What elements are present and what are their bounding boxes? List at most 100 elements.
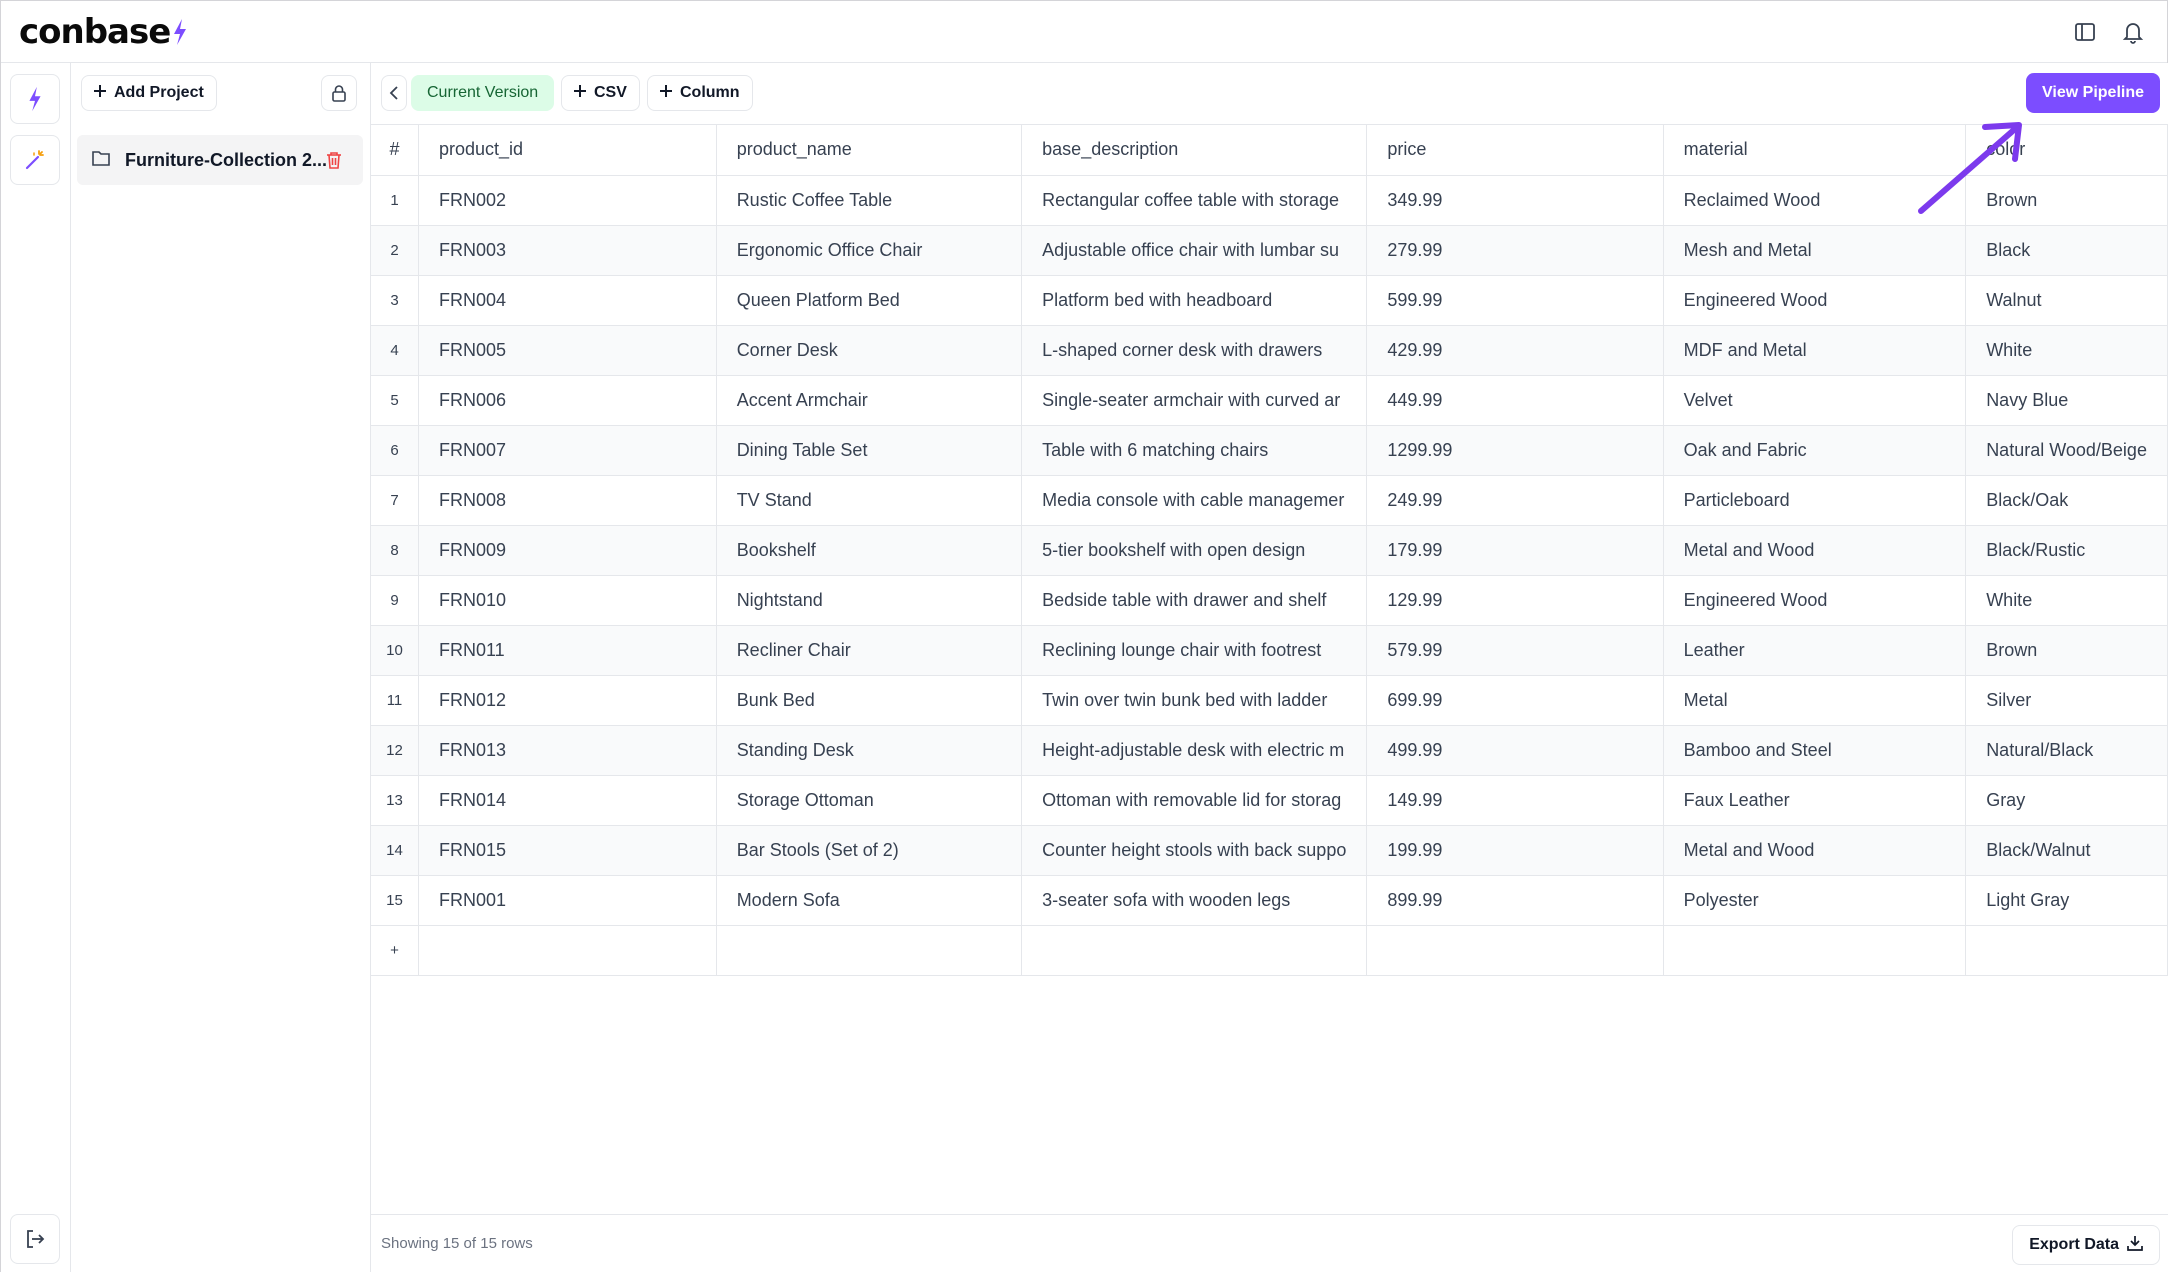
table-cell[interactable]: 3-seater sofa with wooden legs: [1021, 875, 1368, 926]
table-cell[interactable]: 699.99: [1366, 675, 1664, 726]
table-cell[interactable]: L-shaped corner desk with drawers: [1021, 325, 1368, 376]
table-cell[interactable]: Engineered Wood: [1663, 275, 1967, 326]
table-cell[interactable]: FRN001: [418, 875, 717, 926]
table-cell[interactable]: Black/Rustic: [1965, 525, 2168, 576]
table-cell[interactable]: Leather: [1663, 625, 1967, 676]
rail-magic-button[interactable]: [10, 135, 60, 185]
table-cell[interactable]: Metal and Wood: [1663, 525, 1967, 576]
add-column-button[interactable]: Column: [647, 75, 753, 111]
table-cell[interactable]: Accent Armchair: [716, 375, 1023, 426]
table-cell[interactable]: FRN012: [418, 675, 717, 726]
table-row[interactable]: 6 FRN007 Dining Table Set Table with 6 matc…: [371, 425, 2168, 476]
table-cell[interactable]: 449.99: [1366, 375, 1664, 426]
empty-cell[interactable]: [1366, 925, 1664, 976]
empty-cell[interactable]: [418, 925, 717, 976]
table-cell[interactable]: 499.99: [1366, 725, 1664, 776]
table-cell[interactable]: FRN005: [418, 325, 717, 376]
table-row[interactable]: 4 FRN005 Corner Desk L-shaped corner desk w…: [371, 325, 2168, 376]
rail-lightning-button[interactable]: [10, 74, 60, 124]
table-cell[interactable]: Black/Walnut: [1965, 825, 2168, 876]
table-cell[interactable]: Queen Platform Bed: [716, 275, 1023, 326]
table-cell[interactable]: Reclining lounge chair with footrest: [1021, 625, 1368, 676]
table-cell[interactable]: Engineered Wood: [1663, 575, 1967, 626]
add-row[interactable]: +: [371, 925, 2168, 976]
table-cell[interactable]: Metal: [1663, 675, 1967, 726]
bell-icon[interactable]: [2117, 16, 2149, 48]
table-cell[interactable]: Single-seater armchair with curved ar: [1021, 375, 1368, 426]
table-cell[interactable]: FRN015: [418, 825, 717, 876]
table-cell[interactable]: Gray: [1965, 775, 2168, 826]
table-cell[interactable]: Mesh and Metal: [1663, 225, 1967, 276]
table-cell[interactable]: Faux Leather: [1663, 775, 1967, 826]
table-cell[interactable]: Standing Desk: [716, 725, 1023, 776]
add-project-button[interactable]: Add Project: [81, 75, 217, 111]
table-row[interactable]: 13 FRN014 Storage Ottoman Ottoman with remo…: [371, 775, 2168, 826]
table-row[interactable]: 9 FRN010 Nightstand Bedside table with draw…: [371, 575, 2168, 626]
table-cell[interactable]: Ergonomic Office Chair: [716, 225, 1023, 276]
table-cell[interactable]: Twin over twin bunk bed with ladder: [1021, 675, 1368, 726]
table-cell[interactable]: Bunk Bed: [716, 675, 1023, 726]
table-cell[interactable]: Table with 6 matching chairs: [1021, 425, 1368, 476]
table-row[interactable]: 10 FRN011 Recliner Chair Reclining lounge c…: [371, 625, 2168, 676]
table-cell[interactable]: Black: [1965, 225, 2168, 276]
table-cell[interactable]: Navy Blue: [1965, 375, 2168, 426]
table-row[interactable]: 7 FRN008 TV Stand Media console with cable …: [371, 475, 2168, 526]
table-row[interactable]: 2 FRN003 Ergonomic Office Chair Adjustable …: [371, 225, 2168, 276]
logout-button[interactable]: [10, 1214, 60, 1264]
table-cell[interactable]: Velvet: [1663, 375, 1967, 426]
table-row[interactable]: 14 FRN015 Bar Stools (Set of 2) Counter hei…: [371, 825, 2168, 876]
table-cell[interactable]: 579.99: [1366, 625, 1664, 676]
table-cell[interactable]: 429.99: [1366, 325, 1664, 376]
column-header-price[interactable]: price: [1366, 125, 1664, 176]
table-cell[interactable]: Corner Desk: [716, 325, 1023, 376]
table-cell[interactable]: Dining Table Set: [716, 425, 1023, 476]
column-header-product-id[interactable]: product_id: [418, 125, 717, 176]
table-cell[interactable]: Metal and Wood: [1663, 825, 1967, 876]
column-header-base-description[interactable]: base_description: [1021, 125, 1368, 176]
table-row[interactable]: 11 FRN012 Bunk Bed Twin over twin bunk bed …: [371, 675, 2168, 726]
table-cell[interactable]: FRN007: [418, 425, 717, 476]
brand-logo[interactable]: conbase: [19, 9, 188, 55]
table-cell[interactable]: FRN003: [418, 225, 717, 276]
lock-button[interactable]: [321, 75, 357, 111]
table-cell[interactable]: Counter height stools with back suppo: [1021, 825, 1368, 876]
column-header-color[interactable]: color: [1965, 125, 2168, 176]
table-cell[interactable]: FRN002: [418, 175, 717, 226]
current-version-badge[interactable]: Current Version: [411, 75, 555, 111]
column-header-product-name[interactable]: product_name: [716, 125, 1023, 176]
table-cell[interactable]: Bedside table with drawer and shelf: [1021, 575, 1368, 626]
table-cell[interactable]: Ottoman with removable lid for storag: [1021, 775, 1368, 826]
table-cell[interactable]: Oak and Fabric: [1663, 425, 1967, 476]
table-cell[interactable]: 1299.99: [1366, 425, 1664, 476]
table-cell[interactable]: Particleboard: [1663, 475, 1967, 526]
table-cell[interactable]: Brown: [1965, 625, 2168, 676]
table-cell[interactable]: 5-tier bookshelf with open design: [1021, 525, 1368, 576]
export-data-button[interactable]: Export Data: [2012, 1225, 2160, 1265]
table-cell[interactable]: 179.99: [1366, 525, 1664, 576]
table-cell[interactable]: Natural Wood/Beige: [1965, 425, 2168, 476]
table-row[interactable]: 1 FRN002 Rustic Coffee Table Rectangular co…: [371, 175, 2168, 226]
table-cell[interactable]: FRN011: [418, 625, 717, 676]
add-csv-button[interactable]: CSV: [561, 75, 640, 111]
table-cell[interactable]: Rectangular coffee table with storage: [1021, 175, 1368, 226]
table-cell[interactable]: Recliner Chair: [716, 625, 1023, 676]
table-cell[interactable]: 249.99: [1366, 475, 1664, 526]
table-cell[interactable]: MDF and Metal: [1663, 325, 1967, 376]
table-cell[interactable]: Light Gray: [1965, 875, 2168, 926]
view-pipeline-button[interactable]: View Pipeline: [2026, 73, 2160, 113]
table-cell[interactable]: 349.99: [1366, 175, 1664, 226]
table-cell[interactable]: Rustic Coffee Table: [716, 175, 1023, 226]
table-row[interactable]: 12 FRN013 Standing Desk Height-adjustable d…: [371, 725, 2168, 776]
add-row-button[interactable]: +: [371, 925, 419, 976]
table-cell[interactable]: Bookshelf: [716, 525, 1023, 576]
table-cell[interactable]: White: [1965, 575, 2168, 626]
table-cell[interactable]: Nightstand: [716, 575, 1023, 626]
table-cell[interactable]: Bar Stools (Set of 2): [716, 825, 1023, 876]
table-cell[interactable]: FRN006: [418, 375, 717, 426]
table-cell[interactable]: Platform bed with headboard: [1021, 275, 1368, 326]
table-cell[interactable]: FRN004: [418, 275, 717, 326]
empty-cell[interactable]: [1663, 925, 1967, 976]
table-cell[interactable]: FRN008: [418, 475, 717, 526]
back-button[interactable]: [381, 75, 407, 111]
table-cell[interactable]: 599.99: [1366, 275, 1664, 326]
